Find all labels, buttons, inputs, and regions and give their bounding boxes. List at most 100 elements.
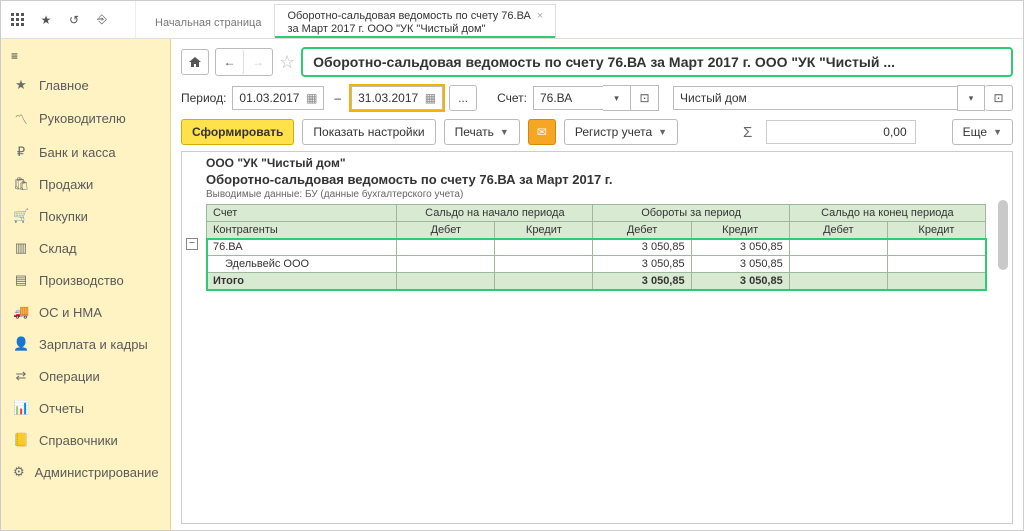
cell-close-c (887, 239, 985, 256)
cart-icon: 🛒 (13, 208, 29, 224)
table-row[interactable]: Эдельвейс ООО 3 050,85 3 050,85 (207, 256, 986, 273)
sidebar-item-assets[interactable]: 🚚 ОС и НМА (1, 296, 170, 328)
gear-icon: ⚙ (13, 464, 25, 480)
cell-turn-d: 3 050,85 (593, 239, 691, 256)
sidebar-item-catalogs[interactable]: 📒Справочники (1, 424, 170, 456)
col-close: Сальдо на конец периода (789, 205, 985, 222)
reserved-icon[interactable]: ⎆ (93, 11, 111, 29)
sidebar-item-manager[interactable]: 〽Руководителю (1, 101, 170, 136)
form-button-label: Сформировать (192, 125, 283, 139)
form-button[interactable]: Сформировать (181, 119, 294, 145)
col-contr: Контрагенты (207, 222, 397, 239)
sidebar-item-bank[interactable]: ₽Банк и касса (1, 136, 170, 168)
cell-close-d (789, 239, 887, 256)
period-picker-button[interactable]: ... (449, 85, 477, 111)
register-button[interactable]: Регистр учета▼ (564, 119, 678, 145)
report-subtext: Выводимые данные: БУ (данные бухгалтерск… (206, 189, 1008, 200)
dash: – (330, 91, 345, 105)
date-to-input[interactable]: 31.03.2017 ▦ (351, 86, 443, 110)
cell-close-d (789, 273, 887, 290)
col-open-debit: Дебет (397, 222, 495, 239)
chevron-down-icon: ▼ (500, 127, 509, 137)
more-button-label: Еще (963, 125, 987, 139)
org-value: Чистый дом (680, 91, 747, 105)
calendar-icon[interactable]: ▦ (306, 91, 317, 105)
account-input[interactable]: 76.ВА (533, 86, 603, 110)
history-icon[interactable]: ↺ (65, 11, 83, 29)
cell-open-d (397, 256, 495, 273)
account-label: Счет: (497, 91, 527, 105)
truck-icon: 🚚 (13, 304, 29, 320)
sidebar-item-operations[interactable]: ⇄ Операции (1, 360, 170, 392)
col-turn: Обороты за период (593, 205, 789, 222)
cell-open-c (495, 273, 593, 290)
sidebar-item-salary[interactable]: 👤Зарплата и кадры (1, 328, 170, 360)
account-dropdown-button[interactable]: ▾ (603, 85, 631, 111)
back-button[interactable]: ← (216, 49, 244, 75)
menu-icon[interactable]: ≡ (11, 49, 18, 63)
sidebar-item-label: Отчеты (39, 401, 84, 416)
report-title: Оборотно-сальдовая ведомость по счету 76… (206, 172, 1008, 187)
close-icon[interactable]: × (537, 10, 543, 23)
sidebar-item-label: Склад (39, 241, 77, 256)
sidebar-item-main[interactable]: ★Главное (1, 69, 170, 101)
print-button-label: Печать (455, 125, 494, 139)
date-from-input[interactable]: 01.03.2017 ▦ (232, 86, 324, 110)
sidebar-item-purchases[interactable]: 🛒Покупки (1, 200, 170, 232)
sigma-icon: Σ (738, 124, 758, 141)
org-dropdown-button[interactable]: ▾ (957, 85, 985, 111)
cell-open-c (495, 256, 593, 273)
sidebar-item-sales[interactable]: 🛍Продажи (1, 168, 170, 200)
scrollbar[interactable] (998, 200, 1008, 519)
cell-close-c (887, 273, 985, 290)
cell-name: Итого (207, 273, 397, 290)
sidebar-item-admin[interactable]: ⚙Администрирование (1, 456, 170, 488)
cell-turn-c: 3 050,85 (691, 239, 789, 256)
star-icon[interactable]: ★ (37, 11, 55, 29)
tab-active[interactable]: Оборотно-сальдовая ведомость по счету 76… (274, 4, 556, 38)
report-area: − ООО "УК "Чистый дом" Оборотно-сальдова… (181, 151, 1013, 524)
person-icon: 👤 (13, 336, 29, 352)
org-input[interactable]: Чистый дом (673, 86, 957, 110)
org-open-button[interactable]: ⊡ (985, 85, 1013, 111)
sidebar-item-label: Производство (39, 273, 124, 288)
period-label: Период: (181, 91, 226, 105)
tab-active-line2: за Март 2017 г. ООО "УК "Чистый дом" (287, 23, 530, 36)
bag-icon: 🛍 (13, 176, 29, 192)
sidebar: ≡ ★Главное 〽Руководителю ₽Банк и касса 🛍… (1, 39, 171, 530)
more-button[interactable]: Еще▼ (952, 119, 1013, 145)
star-icon: ★ (13, 77, 29, 93)
tree-collapse-button[interactable]: − (186, 238, 198, 250)
mail-icon: ✉ (537, 125, 547, 139)
report-table: Счет Сальдо на начало периода Обороты за… (206, 204, 986, 290)
sum-field[interactable]: 0,00 (766, 120, 916, 144)
account-open-button[interactable]: ⊡ (631, 85, 659, 111)
cell-turn-d: 3 050,85 (593, 273, 691, 290)
sidebar-item-warehouse[interactable]: ▥Склад (1, 232, 170, 264)
home-button[interactable] (181, 49, 209, 75)
cell-open-d (397, 239, 495, 256)
sidebar-item-label: ОС и НМА (39, 305, 102, 320)
table-row[interactable]: 76.ВА 3 050,85 3 050,85 (207, 239, 986, 256)
apps-icon[interactable] (9, 11, 27, 29)
calendar-icon[interactable]: ▦ (425, 91, 436, 105)
col-turn-debit: Дебет (593, 222, 691, 239)
favorite-star-icon[interactable]: ☆ (279, 52, 295, 73)
cell-close-c (887, 256, 985, 273)
tab-active-line1: Оборотно-сальдовая ведомость по счету 76… (287, 10, 530, 23)
sidebar-item-label: Операции (39, 369, 100, 384)
settings-button-label: Показать настройки (313, 125, 424, 139)
settings-button[interactable]: Показать настройки (302, 119, 435, 145)
print-button[interactable]: Печать ▼ (444, 119, 520, 145)
tab-home[interactable]: Начальная страница (142, 4, 274, 38)
sidebar-item-reports[interactable]: 📊 Отчеты (1, 392, 170, 424)
mail-button[interactable]: ✉ (528, 119, 556, 145)
cell-name: Эдельвейс ООО (207, 256, 397, 273)
sidebar-item-label: Руководителю (39, 111, 126, 126)
chart-icon: 📊 (13, 400, 29, 416)
sum-value: 0,00 (883, 125, 906, 139)
sidebar-item-production[interactable]: ▤Производство (1, 264, 170, 296)
cell-turn-c: 3 050,85 (691, 273, 789, 290)
col-close-credit: Кредит (887, 222, 985, 239)
dtkt-icon: ⇄ (13, 368, 29, 384)
